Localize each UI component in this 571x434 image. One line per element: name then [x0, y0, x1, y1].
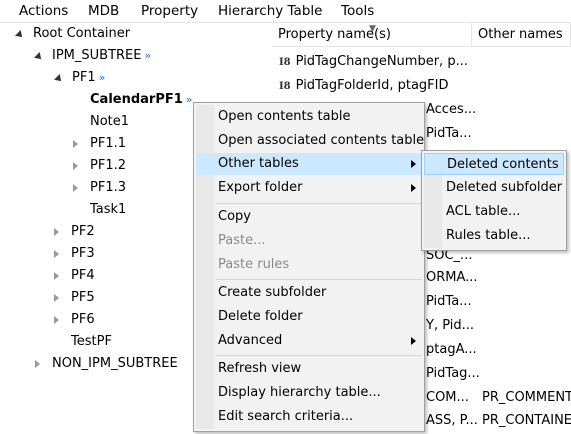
more-icon: » — [144, 49, 152, 62]
tree-node-note1[interactable]: Note1 — [90, 111, 129, 133]
tree-node-root[interactable]: Root Container — [15, 23, 130, 45]
table-row[interactable]: I8 PidTagFolderId, ptagFID — [279, 75, 474, 97]
collapsed-arrow-icon[interactable] — [54, 250, 59, 258]
menu-item-advanced[interactable]: Advanced — [196, 330, 424, 352]
menu-item-delete-folder[interactable]: Delete folder — [196, 306, 424, 328]
tree-node-pf4[interactable]: PF4 — [54, 265, 95, 287]
table-cell: PR_COMMENT — [482, 390, 571, 405]
tree-node-pf2[interactable]: PF2 — [54, 221, 95, 243]
menu-item-export-folder[interactable]: Export folder — [196, 177, 424, 199]
collapsed-arrow-icon[interactable] — [73, 140, 78, 148]
menu-item-deleted-subfolder[interactable]: Deleted subfolder — [424, 177, 564, 199]
tree-node-calendarpf1[interactable]: CalendarPF1» — [90, 89, 193, 111]
menu-separator — [216, 355, 422, 356]
column-header-other-names[interactable]: Other names — [472, 23, 571, 47]
tree-node-pf1-1[interactable]: PF1.1 — [73, 133, 126, 155]
tree-node-pf1-2[interactable]: PF1.2 — [73, 155, 126, 177]
menu-mdb[interactable]: MDB — [88, 3, 119, 19]
tree-node-task1[interactable]: Task1 — [90, 199, 126, 221]
menu-item-rules-table[interactable]: Rules table... — [424, 225, 564, 247]
column-header-property-name[interactable]: Property name(s) ▼ — [272, 23, 472, 47]
menu-separator — [216, 203, 422, 204]
collapsed-arrow-icon[interactable] — [54, 316, 59, 324]
type-badge: I8 — [279, 81, 291, 92]
collapsed-arrow-icon[interactable] — [54, 272, 59, 280]
menu-item-acl-table[interactable]: ACL table... — [424, 201, 564, 223]
sort-arrow-icon: ▼ — [369, 24, 376, 34]
menu-item-refresh-view[interactable]: Refresh view — [196, 358, 424, 380]
table-cell: COM... — [426, 390, 469, 405]
menu-separator — [216, 279, 422, 280]
table-cell: ptagA... — [426, 342, 477, 357]
expand-arrow-icon[interactable] — [54, 74, 64, 84]
folder-context-menu: Open contents table Open associated cont… — [193, 102, 425, 432]
table-cell: ORMA... — [426, 270, 478, 285]
submenu-arrow-icon — [411, 160, 416, 168]
table-cell: Y, Pid... — [426, 318, 475, 333]
menu-item-display-hierarchy-table[interactable]: Display hierarchy table... — [196, 382, 424, 404]
menu-item-deleted-contents[interactable]: Deleted contents — [424, 153, 564, 175]
tree-node-testpf[interactable]: TestPF — [71, 331, 112, 353]
table-cell: PidTa... — [426, 126, 472, 141]
menu-item-open-contents-table[interactable]: Open contents table — [196, 106, 424, 128]
menu-item-copy[interactable]: Copy — [196, 206, 424, 228]
menu-item-open-associated-contents-table[interactable]: Open associated contents table — [196, 130, 424, 152]
menu-property[interactable]: Property — [141, 3, 198, 19]
collapsed-arrow-icon[interactable] — [35, 360, 40, 368]
more-icon: » — [98, 71, 106, 84]
table-cell: Acces... — [426, 102, 477, 117]
menu-item-paste-rules: Paste rules — [218, 257, 290, 272]
collapsed-arrow-icon[interactable] — [54, 228, 59, 236]
more-icon: » — [185, 93, 193, 106]
menu-item-paste: Paste... — [218, 233, 266, 248]
tree-node-pf1-3[interactable]: PF1.3 — [73, 177, 126, 199]
table-row[interactable]: I8 PidTagChangeNumber, p... — [279, 51, 474, 73]
menu-item-other-tables[interactable]: Other tables — [196, 153, 424, 175]
menu-hierarchy-table[interactable]: Hierarchy Table — [218, 3, 322, 19]
tree-node-ipm-subtree[interactable]: IPM_SUBTREE» — [34, 45, 152, 67]
other-tables-submenu: Deleted contents Deleted subfolder ACL t… — [421, 150, 567, 251]
type-badge: I8 — [279, 57, 291, 68]
tree-node-pf3[interactable]: PF3 — [54, 243, 95, 265]
menu-actions[interactable]: Actions — [19, 3, 68, 19]
tree-node-pf5[interactable]: PF5 — [54, 287, 95, 309]
tree-node-pf1[interactable]: PF1» — [54, 67, 106, 89]
collapsed-arrow-icon[interactable] — [73, 184, 78, 192]
collapsed-arrow-icon[interactable] — [73, 162, 78, 170]
table-cell: PidTa... — [426, 294, 472, 309]
expand-arrow-icon[interactable] — [34, 52, 44, 62]
menu-item-edit-search-criteria[interactable]: Edit search criteria... — [196, 406, 424, 428]
table-cell: PidTag... — [426, 366, 480, 381]
expand-arrow-icon[interactable] — [15, 30, 25, 40]
table-cell: PR_CONTAINE — [482, 413, 571, 428]
menu-item-create-subfolder[interactable]: Create subfolder — [196, 282, 424, 304]
tree-node-non-ipm-subtree[interactable]: NON_IPM_SUBTREE — [35, 353, 178, 375]
collapsed-arrow-icon[interactable] — [54, 294, 59, 302]
submenu-arrow-icon — [411, 184, 416, 192]
tree-node-pf6[interactable]: PF6 — [54, 309, 95, 331]
submenu-arrow-icon — [411, 337, 416, 345]
table-cell: ASS, P... — [426, 413, 478, 428]
menu-bar: Actions MDB Property Hierarchy Table Too… — [0, 0, 571, 23]
